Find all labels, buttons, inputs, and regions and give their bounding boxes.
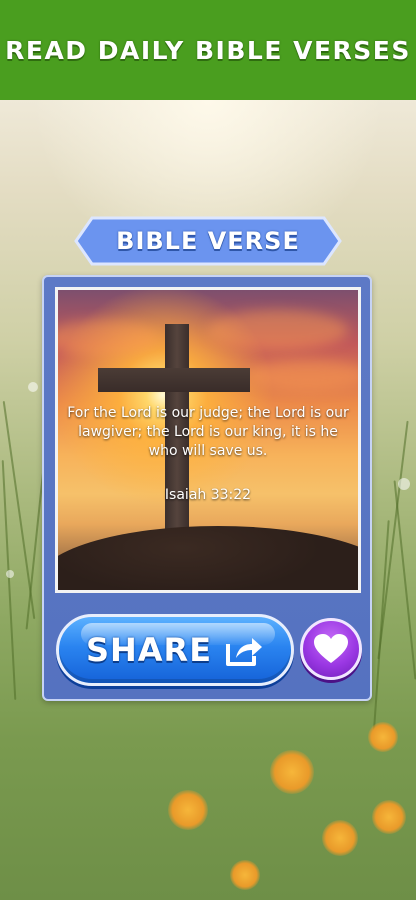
verse-image: For the Lord is our judge; the Lord is o… xyxy=(55,287,361,593)
share-label: SHARE xyxy=(85,631,213,669)
share-arrow-icon xyxy=(226,638,263,666)
heart-icon xyxy=(314,634,348,663)
verse-card: For the Lord is our judge; the Lord is o… xyxy=(42,275,372,701)
app-header: READ DAILY BIBLE VERSES xyxy=(0,0,416,100)
banner-label: BIBLE VERSE xyxy=(116,227,300,255)
section-banner: BIBLE VERSE xyxy=(74,216,342,266)
share-button[interactable]: SHARE xyxy=(56,614,294,686)
hill-silhouette xyxy=(58,526,358,590)
header-title: READ DAILY BIBLE VERSES xyxy=(5,35,411,65)
verse-reference: Isaiah 33:22 xyxy=(164,487,252,503)
favorite-button[interactable] xyxy=(300,618,362,680)
verse-text: For the Lord is our judge; the Lord is o… xyxy=(67,405,349,459)
